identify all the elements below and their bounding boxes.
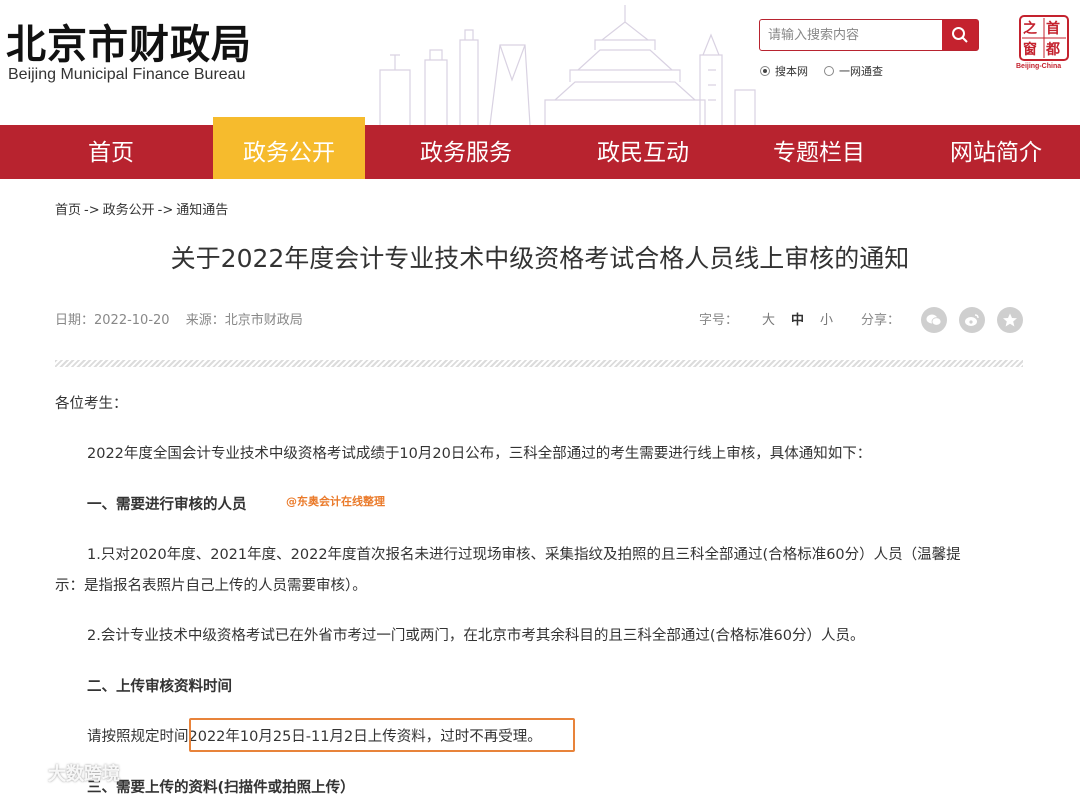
wechat-icon[interactable]: [921, 307, 947, 333]
search-scope-group: 搜本网 一网通查: [760, 63, 899, 79]
scope-label-all: 一网通查: [839, 65, 883, 78]
paragraph-2: 2.会计专业技术中级资格考试已在外省市考过一门或两门，在北京市考其余科目的且三科…: [87, 628, 865, 644]
seal-char-3: 之: [1023, 21, 1037, 37]
search-icon: [952, 27, 968, 43]
content-divider: [55, 360, 1023, 367]
intro-paragraph: 2022年度全国会计专业技术中级资格考试成绩于10月20日公布，三科全部通过的考…: [87, 446, 872, 462]
section-heading-3: 三、需要上传的资料(扫描件或拍照上传）: [87, 780, 355, 795]
nav-item-special-topics[interactable]: 专题栏目: [743, 125, 895, 179]
seal-char-4: 窗: [1023, 42, 1037, 58]
search-button[interactable]: [942, 20, 978, 50]
paragraph-1-line-1: 1.只对2020年度、2021年度、2022年度首次报名未进行过现场审核、采集指…: [87, 547, 961, 563]
nav-item-interaction[interactable]: 政民互动: [567, 125, 719, 179]
share-label: 分享：: [861, 313, 901, 328]
breadcrumb-home[interactable]: 首页: [55, 203, 81, 218]
font-size-small[interactable]: 小: [820, 309, 833, 328]
font-size-label: 字号：: [699, 313, 739, 328]
article-meta: 日期：2022-10-20 来源：北京市财政局: [55, 309, 315, 328]
nav-item-gov-services[interactable]: 政务服务: [390, 125, 542, 179]
search-box: [759, 19, 979, 51]
site-logo-subtitle: Beijing Municipal Finance Bureau: [8, 66, 246, 83]
weibo-icon[interactable]: [959, 307, 985, 333]
main-nav: 首页 政务公开 政务服务 政民互动 专题栏目 网站简介: [0, 117, 1080, 179]
scope-option-all[interactable]: 一网通查: [824, 63, 883, 79]
article-title: 关于2022年度会计专业技术中级资格考试合格人员线上审核的通知: [170, 244, 910, 273]
site-logo-title[interactable]: 北京市财政局: [6, 12, 252, 70]
scope-option-site[interactable]: 搜本网: [760, 63, 808, 79]
scope-label-site: 搜本网: [775, 65, 808, 78]
breadcrumb-gov-affairs[interactable]: 政务公开: [103, 203, 155, 218]
radio-unselected-icon[interactable]: [824, 66, 834, 76]
paragraph-1-line-2: 示：是指报名表照片自己上传的人员需要审核）。: [55, 578, 367, 594]
font-size-control: 字号： 大 中 小: [699, 309, 849, 328]
breadcrumb-notices[interactable]: 通知通告: [176, 203, 228, 218]
section-heading-2: 二、上传审核资料时间: [87, 679, 232, 695]
section-heading-1: 一、需要进行审核的人员: [87, 497, 247, 513]
seal-caption: Beijing-China: [1016, 63, 1062, 70]
site-header: 北京市财政局 Beijing Municipal Finance Bureau …: [0, 0, 1080, 125]
nav-item-gov-affairs[interactable]: 政务公开: [213, 117, 365, 179]
overlay-watermark: 大数跨境: [8, 760, 120, 786]
seal-char-1: 首: [1046, 21, 1060, 37]
highlight-box: [189, 718, 575, 752]
skyline-illustration: [379, 5, 756, 125]
search-input[interactable]: [760, 20, 942, 50]
seal-char-2: 都: [1046, 42, 1060, 58]
paragraph-3-prefix: 请按照规定时间: [87, 729, 189, 745]
font-size-medium[interactable]: 中: [791, 309, 804, 328]
watermark-logo-icon: [8, 763, 48, 783]
radio-selected-icon[interactable]: [760, 66, 770, 76]
font-size-large[interactable]: 大: [762, 309, 775, 328]
overlay-watermark-text: 大数跨境: [48, 764, 120, 785]
article-source: 来源：北京市财政局: [185, 313, 303, 328]
breadcrumb: 首页 -> 政务公开 -> 通知通告: [55, 199, 228, 218]
article-date: 日期：2022-10-20: [55, 313, 170, 328]
breadcrumb-separator: ->: [84, 203, 100, 218]
greeting: 各位考生：: [55, 396, 128, 412]
source-watermark-tag: @东奥会计在线整理: [286, 495, 385, 508]
nav-item-home[interactable]: 首页: [35, 125, 187, 179]
favorite-icon[interactable]: [997, 307, 1023, 333]
breadcrumb-separator: ->: [157, 203, 174, 218]
nav-item-about[interactable]: 网站简介: [920, 125, 1072, 179]
